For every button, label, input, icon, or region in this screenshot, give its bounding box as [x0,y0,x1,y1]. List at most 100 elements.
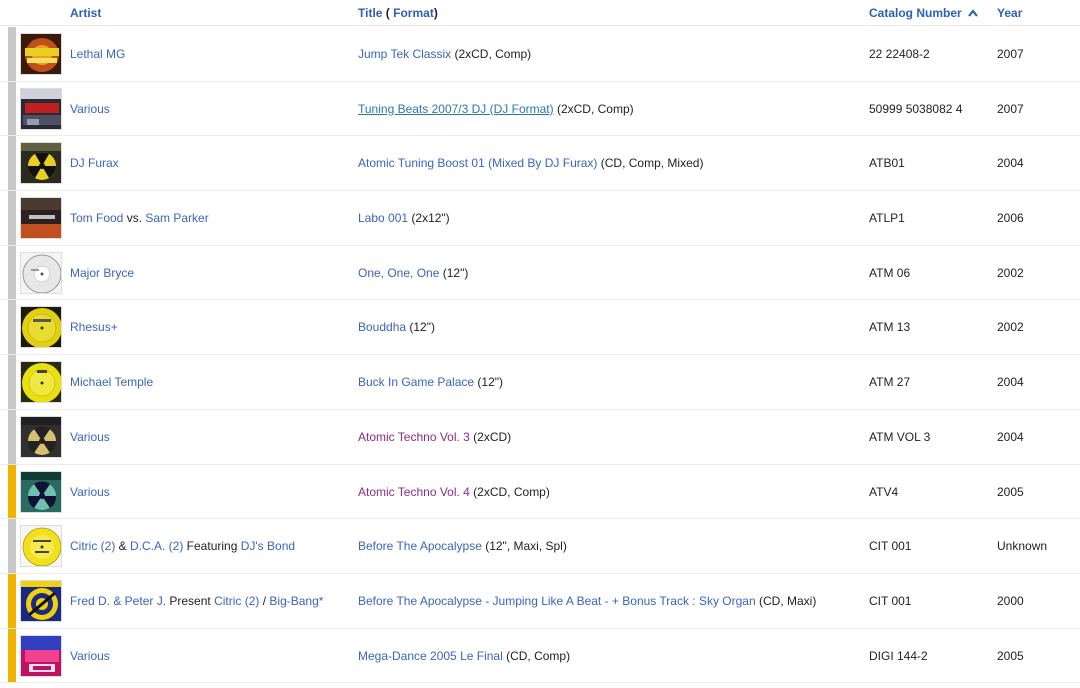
release-thumbnail[interactable] [20,197,62,240]
artist-text: Present [166,593,215,608]
title-cell: Before The Apocalypse (12", Maxi, Spl) [358,539,567,553]
table-row[interactable]: DJ Furax Atomic Tuning Boost 01 (Mixed By… [0,136,1080,192]
catalog-number-cell: ATM 13 [869,320,911,335]
title-link[interactable]: Labo 001 [358,211,408,225]
column-header-title-format[interactable]: Title ( Format) [358,6,438,20]
artist-cell: Citric (2) & D.C.A. (2) Featuring DJ's B… [70,539,295,553]
year-cell: 2002 [997,320,1024,335]
title-link[interactable]: Mega-Dance 2005 Le Final [358,649,503,663]
artist-link[interactable]: Big-Bang* [269,594,323,608]
table-row[interactable]: Various Mega-Dance 2005 Le Final (CD, Com… [0,628,1080,684]
artist-link[interactable]: Various [70,430,110,444]
title-cell: Atomic Techno Vol. 4 (2xCD, Comp) [358,485,550,499]
title-link[interactable]: Tuning Beats 2007/3 DJ (DJ Format) [358,102,554,116]
table-row[interactable]: Various Atomic Techno Vol. 4 (2xCD, Comp)… [0,464,1080,520]
title-cell: Buck In Game Palace (12") [358,375,503,389]
title-cell: Jump Tek Classix (2xCD, Comp) [358,47,531,61]
release-thumbnail[interactable] [20,470,62,513]
title-cell: Labo 001 (2x12") [358,211,450,225]
artist-link[interactable]: Fred D. & Peter J. [70,594,166,608]
title-text: (CD, Maxi) [755,593,817,608]
year-cell: 2007 [997,101,1024,116]
release-thumbnail[interactable] [20,525,62,568]
artist-link[interactable]: Various [70,485,110,499]
column-header-catalog-label: Catalog Number [869,6,962,20]
artist-link[interactable]: Michael Temple [70,375,153,389]
artist-link[interactable]: Sam Parker [145,211,208,225]
title-cell: Bouddha (12") [358,320,435,334]
table-row[interactable]: Various Tuning Beats 2007/3 DJ (DJ Format… [0,81,1080,137]
title-link[interactable]: Buck In Game Palace [358,375,474,389]
catalog-number-cell: ATV4 [869,484,899,499]
column-header-catalog-number[interactable]: Catalog Number [869,6,979,20]
release-list: Artist Title ( Format) Catalog Number Ye… [0,0,1080,688]
catalog-number-cell: ATB01 [869,156,905,171]
row-status-bar [8,628,16,683]
artist-cell: Fred D. & Peter J. Present Citric (2) / … [70,594,323,608]
row-status-bar [8,300,16,355]
year-cell: Unknown [997,539,1048,554]
release-thumbnail[interactable] [20,87,62,130]
column-header-artist[interactable]: Artist [70,6,101,20]
table-row[interactable]: Various Atomic Techno Vol. 3 (2xCD) ATM VO… [0,409,1080,465]
title-text: (2x12") [408,211,450,226]
title-link[interactable]: Before The Apocalypse - Jumping Like A B… [358,594,756,608]
artist-link[interactable]: DJ Furax [70,156,119,170]
title-text: (2xCD, Comp) [553,101,634,116]
artist-link[interactable]: Rhesus+ [70,320,118,334]
title-text: (2xCD) [469,429,512,444]
title-link[interactable]: Atomic Techno Vol. 3 [358,430,470,444]
artist-link[interactable]: Major Bryce [70,266,134,280]
release-thumbnail[interactable] [20,361,62,404]
artist-cell: Major Bryce [70,266,134,280]
row-status-bar [8,519,16,573]
title-link[interactable]: Bouddha [358,320,406,334]
title-cell: One, One, One (12") [358,266,468,280]
title-link[interactable]: Jump Tek Classix [358,47,451,61]
release-thumbnail[interactable] [20,415,62,458]
table-row[interactable]: Rhesus+ Bouddha (12") ATM 13 2002 [0,300,1080,356]
title-cell: Before The Apocalypse - Jumping Like A B… [358,594,816,608]
artist-link[interactable]: Various [70,649,110,663]
release-thumbnail[interactable] [20,634,62,677]
year-cell: 2004 [997,375,1024,390]
table-row[interactable]: Citric (2) & D.C.A. (2) Featuring DJ's B… [0,519,1080,574]
year-cell: 2002 [997,265,1024,280]
table-row[interactable]: Lethal MG Jump Tek Classix (2xCD, Comp) 22… [0,27,1080,82]
release-thumbnail[interactable] [20,142,62,185]
catalog-number-cell: CIT 001 [869,593,912,608]
artist-link[interactable]: Various [70,102,110,116]
release-thumbnail[interactable] [20,33,62,75]
table-row[interactable]: Michael Temple Buck In Game Palace (12") A… [0,355,1080,410]
catalog-number-cell: ATM 27 [869,375,911,390]
title-text: (2xCD, Comp) [469,484,550,499]
table-row[interactable]: Major Bryce One, One, One (12") ATM 06 2002 [0,245,1080,301]
artist-link[interactable]: Citric (2) [214,594,259,608]
release-thumbnail[interactable] [20,251,62,294]
column-header-year[interactable]: Year [997,6,1022,20]
year-cell: 2004 [997,429,1024,444]
row-status-bar [8,355,16,409]
row-status-bar [8,409,16,464]
title-text: (12") [439,265,469,280]
artist-link[interactable]: Lethal MG [70,47,125,61]
title-link[interactable]: Atomic Tuning Boost 01 (Mixed By DJ Fura… [358,156,597,170]
column-header-format-label: Format [393,6,434,20]
artist-text: / [259,593,270,608]
artist-link[interactable]: D.C.A. (2) [130,539,183,553]
artist-link[interactable]: Citric (2) [70,539,115,553]
catalog-number-cell: DIGI 144-2 [869,648,928,663]
table-row[interactable]: Tom Food vs. Sam Parker Labo 001 (2x12") A… [0,191,1080,246]
title-link[interactable]: Atomic Techno Vol. 4 [358,485,470,499]
title-link[interactable]: Before The Apocalypse [358,539,482,553]
table-row[interactable]: Fred D. & Peter J. Present Citric (2) / … [0,573,1080,629]
artist-text: Featuring [183,539,241,554]
row-status-bar [8,81,16,136]
release-thumbnail[interactable] [20,306,62,349]
artist-cell: Rhesus+ [70,320,118,334]
sort-ascending-icon [968,9,978,17]
artist-link[interactable]: Tom Food [70,211,123,225]
title-link[interactable]: One, One, One [358,266,439,280]
artist-link[interactable]: DJ's Bond [241,539,295,553]
release-thumbnail[interactable] [20,579,62,622]
